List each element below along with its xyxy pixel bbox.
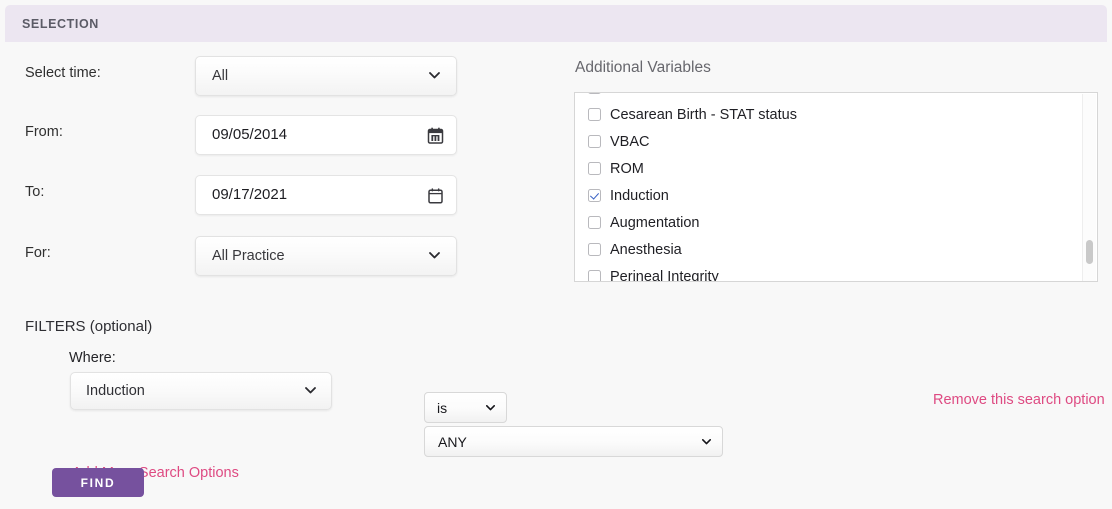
selection-panel: SELECTION Select time: All From: 09/05/2…	[0, 0, 1112, 509]
calendar-outline-icon[interactable]	[427, 187, 444, 204]
list-item-label: ROM	[610, 160, 644, 177]
remove-search-option-link[interactable]: Remove this search option	[933, 392, 1105, 408]
operator-dropdown[interactable]: is	[424, 392, 507, 423]
chevron-down-icon	[429, 72, 440, 79]
checkbox-icon[interactable]	[588, 216, 601, 229]
criteria-dropdown[interactable]: ANY	[424, 426, 723, 457]
additional-variables-label: Additional Variables	[575, 59, 711, 76]
operator-value: is	[437, 400, 448, 416]
field-row-from: From: 09/05/2014	[5, 115, 545, 155]
list-item[interactable]: ROM	[575, 155, 1097, 182]
from-date-input[interactable]: 09/05/2014	[195, 115, 457, 155]
from-date-value: 09/05/2014	[212, 126, 288, 143]
checkbox-icon[interactable]	[588, 270, 601, 281]
list-item-label: VBAC	[610, 133, 650, 150]
to-date-input[interactable]: 09/17/2021	[195, 175, 457, 215]
calendar-filled-icon[interactable]	[427, 127, 444, 144]
panel-header: SELECTION	[5, 5, 1107, 42]
for-practice-value: All Practice	[212, 248, 285, 264]
list-item-label: Perineal Integrity	[610, 268, 719, 282]
list-item[interactable]: VBAC	[575, 128, 1097, 155]
additional-variables-list[interactable]: Cesarean Birth - STAT status VBAC ROM In…	[574, 92, 1098, 282]
list-item[interactable]: Induction	[575, 182, 1097, 209]
list-item-label: Augmentation	[610, 214, 700, 231]
field-row-for: For: All Practice	[5, 236, 545, 276]
chevron-down-icon	[702, 439, 711, 445]
list-item[interactable]	[575, 93, 1097, 101]
select-time-value: All	[212, 68, 229, 84]
checkbox-icon[interactable]	[588, 93, 601, 94]
chevron-down-icon	[429, 252, 440, 259]
panel-body: Select time: All From: 09/05/2014 To: 09…	[5, 42, 1107, 504]
list-item-label: Induction	[610, 187, 669, 204]
from-label: From:	[25, 124, 63, 140]
find-button[interactable]: FIND	[52, 468, 144, 497]
list-item[interactable]: Cesarean Birth - STAT status	[575, 101, 1097, 128]
checkbox-icon[interactable]	[588, 135, 601, 148]
for-label: For:	[25, 245, 51, 261]
chevron-down-icon	[305, 387, 316, 394]
list-item[interactable]: Augmentation	[575, 209, 1097, 236]
to-date-value: 09/17/2021	[212, 186, 288, 203]
scrollbar-thumb[interactable]	[1086, 240, 1093, 264]
page-title: SELECTION	[22, 17, 99, 31]
checkbox-icon[interactable]	[588, 108, 601, 121]
checkbox-icon[interactable]	[588, 162, 601, 175]
for-practice-dropdown[interactable]: All Practice	[195, 236, 457, 276]
list-item-label: Anesthesia	[610, 241, 682, 258]
checkbox-icon[interactable]	[588, 243, 601, 256]
where-variable-value: Induction	[86, 383, 145, 399]
criteria-value: ANY	[438, 434, 467, 450]
list-item[interactable]: Perineal Integrity	[575, 263, 1097, 282]
where-label: Where:	[69, 350, 116, 366]
select-time-dropdown[interactable]: All	[195, 56, 457, 96]
to-label: To:	[25, 184, 45, 200]
checkbox-checked-icon[interactable]	[588, 189, 601, 202]
list-item[interactable]: Anesthesia	[575, 236, 1097, 263]
list-item-label: Cesarean Birth - STAT status	[610, 106, 797, 123]
scrollbar[interactable]	[1082, 94, 1096, 281]
chevron-down-icon	[486, 405, 495, 411]
field-row-to: To: 09/17/2021	[5, 175, 545, 215]
filters-title: FILTERS (optional)	[25, 318, 153, 335]
field-row-select-time: Select time: All	[5, 56, 545, 96]
additional-variables-items: Cesarean Birth - STAT status VBAC ROM In…	[575, 93, 1097, 282]
where-variable-dropdown[interactable]: Induction	[70, 372, 332, 410]
select-time-label: Select time:	[25, 65, 101, 81]
